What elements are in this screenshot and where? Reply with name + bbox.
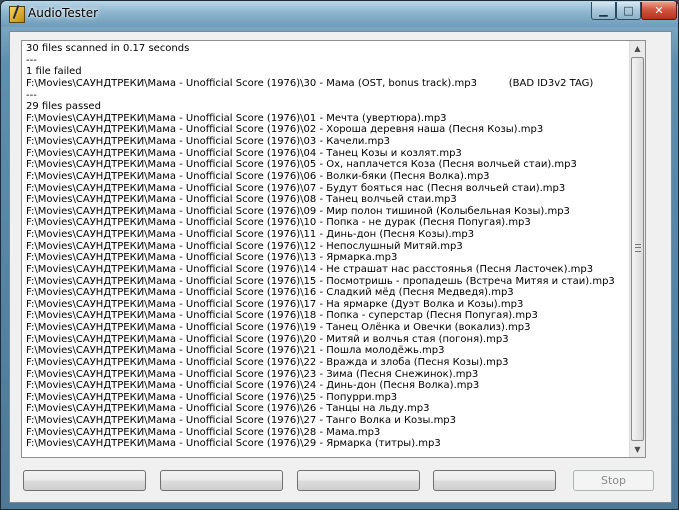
scroll-down-arrow-icon[interactable]: ▼ <box>630 442 645 457</box>
log-line: F:\Movies\САУНДТРЕКИ\Мама - Unofficial S… <box>26 380 480 392</box>
log-line: F:\Movies\САУНДТРЕКИ\Мама - Unofficial S… <box>26 310 538 322</box>
log-line: F:\Movies\САУНДТРЕКИ\Мама - Unofficial S… <box>26 229 475 240</box>
log-line: F:\Movies\САУНДТРЕКИ\Мама - Unofficial S… <box>26 136 391 147</box>
log-line: F:\Movies\САУНДТРЕКИ\Мама - Unofficial S… <box>26 147 462 159</box>
log-line: F:\Movies\САУНДТРЕКИ\Мама - Unofficial S… <box>26 205 570 217</box>
scroll-thumb[interactable] <box>631 57 644 441</box>
scroll-up-arrow-icon[interactable]: ▲ <box>630 41 645 56</box>
grip-icon <box>635 244 641 252</box>
action-button-2[interactable] <box>160 470 283 491</box>
log-line: F:\Movies\САУНДТРЕКИ\Мама - Unofficial S… <box>26 263 594 275</box>
window-title: AudioTester <box>28 6 99 20</box>
log-line: F:\Movies\САУНДТРЕКИ\Мама - Unofficial S… <box>26 182 566 194</box>
app-icon <box>9 6 25 23</box>
log-line: 30 files scanned in 0.17 seconds <box>26 43 190 54</box>
log-line: --- <box>26 54 37 66</box>
app-window: AudioTester ▁ □ ✕ 30 files scanned in 0.… <box>0 0 679 510</box>
log-line: F:\Movies\САУНДТРЕКИ\Мама - Unofficial S… <box>26 252 398 264</box>
results-log[interactable]: 30 files scanned in 0.17 seconds --- 1 fil… <box>21 40 646 458</box>
log-line: F:\Movies\САУНДТРЕКИ\Мама - Unofficial S… <box>26 438 441 450</box>
log-line: F:\Movies\САУНДТРЕКИ\Мама - Unofficial S… <box>26 322 531 333</box>
log-line: 1 file failed <box>26 66 82 78</box>
action-button-4[interactable] <box>433 470 556 491</box>
log-line: F:\Movies\САУНДТРЕКИ\Мама - Unofficial S… <box>26 415 457 426</box>
log-line: F:\Movies\САУНДТРЕКИ\Мама - Unofficial S… <box>26 403 430 415</box>
log-line: F:\Movies\САУНДТРЕКИ\Мама - Unofficial S… <box>26 345 445 357</box>
log-line: F:\Movies\САУНДТРЕКИ\Мама - Unofficial S… <box>26 159 577 171</box>
log-line: F:\Movies\САУНДТРЕКИ\Мама - Unofficial S… <box>26 77 594 89</box>
log-line: F:\Movies\САУНДТРЕКИ\Мама - Unofficial S… <box>26 217 531 229</box>
minimize-button[interactable]: ▁ <box>591 2 616 20</box>
maximize-button[interactable]: □ <box>616 2 641 20</box>
client-area: 30 files scanned in 0.17 seconds --- 1 fil… <box>9 31 672 503</box>
log-line: F:\Movies\САУНДТРЕКИ\Мама - Unofficial S… <box>26 170 490 182</box>
log-line: F:\Movies\САУНДТРЕКИ\Мама - Unofficial S… <box>26 298 524 310</box>
action-button-3[interactable] <box>297 470 420 491</box>
log-line: F:\Movies\САУНДТРЕКИ\Мама - Unofficial S… <box>26 275 615 287</box>
log-line: F:\Movies\САУНДТРЕКИ\Мама - Unofficial S… <box>26 333 509 345</box>
log-line: F:\Movies\САУНДТРЕКИ\Мама - Unofficial S… <box>26 356 509 368</box>
log-line: F:\Movies\САУНДТРЕКИ\Мама - Unofficial S… <box>26 426 381 438</box>
log-line: F:\Movies\САУНДТРЕКИ\Мама - Unofficial S… <box>26 240 463 252</box>
log-line: F:\Movies\САУНДТРЕКИ\Мама - Unofficial S… <box>26 287 514 299</box>
title-bar[interactable]: AudioTester ▁ □ ✕ <box>1 1 678 27</box>
stop-button[interactable]: Stop <box>573 470 654 491</box>
log-line: 29 files passed <box>26 101 101 113</box>
log-line: F:\Movies\САУНДТРЕКИ\Мама - Unofficial S… <box>26 391 398 403</box>
log-line: F:\Movies\САУНДТРЕКИ\Мама - Unofficial S… <box>26 368 479 380</box>
close-button[interactable]: ✕ <box>641 2 677 20</box>
log-line: F:\Movies\САУНДТРЕКИ\Мама - Unofficial S… <box>26 194 457 206</box>
log-line: F:\Movies\САУНДТРЕКИ\Мама - Unofficial S… <box>26 124 544 136</box>
results-log-text: 30 files scanned in 0.17 seconds --- 1 fil… <box>26 43 626 450</box>
action-button-1[interactable] <box>23 470 146 491</box>
vertical-scrollbar[interactable]: ▲ ▼ <box>629 41 645 457</box>
log-line: --- <box>26 89 37 101</box>
log-line: F:\Movies\САУНДТРЕКИ\Мама - Unofficial S… <box>26 112 447 124</box>
